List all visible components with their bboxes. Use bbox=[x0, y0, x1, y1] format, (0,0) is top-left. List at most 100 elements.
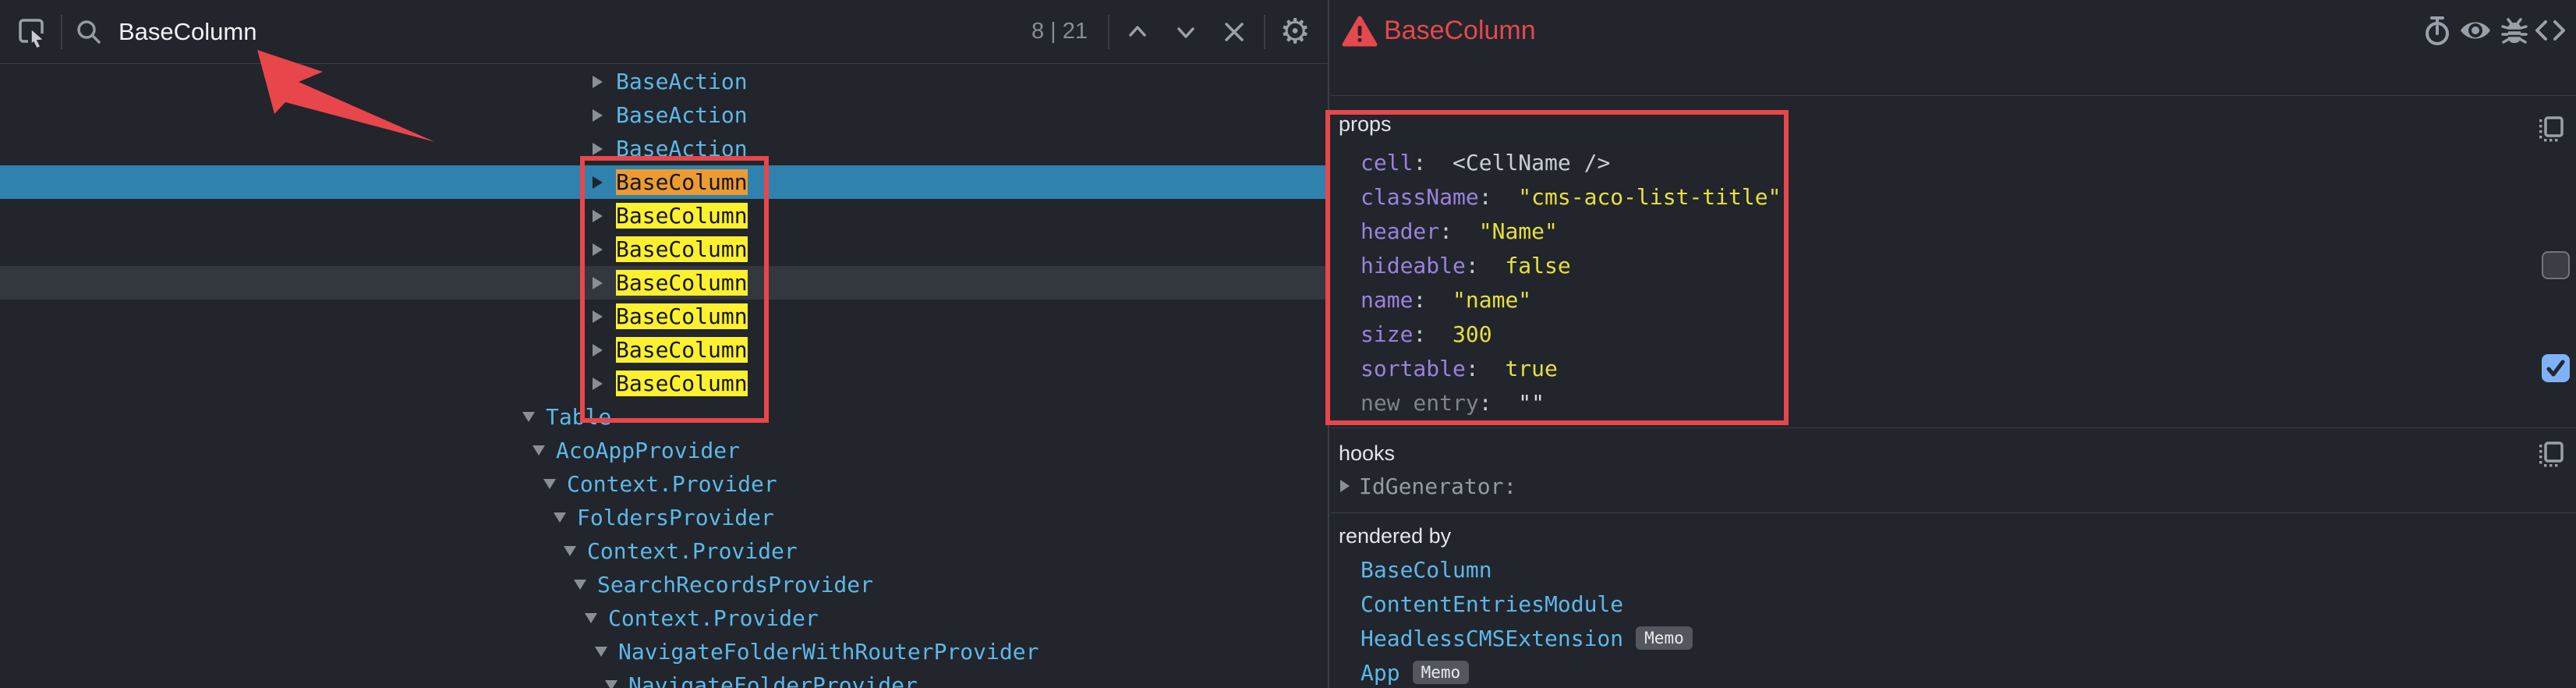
component-name: Context.Provider bbox=[608, 605, 819, 631]
close-icon[interactable] bbox=[1215, 13, 1253, 51]
chevron-down-icon[interactable] bbox=[585, 613, 608, 623]
memo-badge: Memo bbox=[1636, 626, 1693, 650]
tree-row-BaseAction[interactable]: BaseAction bbox=[0, 98, 1328, 132]
prop-row-name: name: "name" bbox=[1361, 282, 1781, 317]
tree-row-AcoAppProvider[interactable]: AcoAppProvider bbox=[0, 434, 1328, 467]
component-link[interactable]: App bbox=[1361, 660, 1400, 686]
toolbar-divider bbox=[1108, 15, 1109, 49]
component-name: AcoAppProvider bbox=[556, 438, 740, 463]
prop-value[interactable]: false bbox=[1505, 253, 1570, 278]
hideable-checkbox[interactable] bbox=[2542, 251, 2570, 279]
component-name: BaseColumn bbox=[616, 303, 748, 329]
hook-row-idgenerator[interactable]: IdGenerator: bbox=[1340, 469, 1516, 503]
eye-icon[interactable] bbox=[2457, 12, 2493, 48]
tree-toolbar: 8 | 21 ⚙ bbox=[0, 0, 1328, 64]
prop-key: sortable bbox=[1361, 356, 1466, 381]
chevron-right-icon[interactable] bbox=[593, 378, 616, 390]
component-link[interactable]: HeadlessCMSExtension bbox=[1361, 626, 1623, 651]
component-name: Table bbox=[546, 404, 611, 430]
tree-row-Context.Provider[interactable]: Context.Provider bbox=[0, 534, 1328, 568]
colon: : bbox=[1413, 321, 1453, 347]
rendered-by-BaseColumn[interactable]: BaseColumn bbox=[1361, 552, 1693, 587]
chevron-right-icon[interactable] bbox=[593, 143, 616, 155]
tree-row-BaseColumn[interactable]: BaseColumn bbox=[0, 199, 1328, 232]
chevron-down-icon[interactable] bbox=[595, 647, 618, 657]
chevron-right-icon[interactable] bbox=[593, 277, 616, 289]
chevron-right-icon[interactable] bbox=[593, 344, 616, 356]
section-divider bbox=[1331, 512, 2576, 513]
prop-value[interactable]: "Name" bbox=[1479, 218, 1558, 244]
chevron-right-icon[interactable] bbox=[593, 310, 616, 323]
sortable-checkbox[interactable] bbox=[2542, 354, 2570, 382]
prop-row-header: header: "Name" bbox=[1361, 214, 1781, 248]
copy-props-icon[interactable] bbox=[2535, 113, 2567, 144]
tree-row-Context.Provider[interactable]: Context.Provider bbox=[0, 467, 1328, 501]
prop-key: className bbox=[1361, 184, 1479, 210]
inspector-panel: BaseColumn bbox=[1331, 0, 2576, 688]
tree-row-BaseColumn[interactable]: BaseColumn bbox=[0, 300, 1328, 333]
component-link[interactable]: ContentEntriesModule bbox=[1361, 591, 1623, 617]
tree-row-NavigateFolderProvider[interactable]: NavigateFolderProvider bbox=[0, 668, 1328, 688]
chevron-down-icon[interactable] bbox=[533, 445, 556, 456]
chevron-down-icon[interactable] bbox=[574, 580, 597, 590]
prop-key: hideable bbox=[1361, 253, 1466, 278]
chevron-down-icon[interactable] bbox=[543, 479, 567, 489]
tree-row-FoldersProvider[interactable]: FoldersProvider bbox=[0, 501, 1328, 534]
component-name: Context.Provider bbox=[587, 538, 798, 564]
stopwatch-icon[interactable] bbox=[2419, 12, 2455, 48]
chevron-right-icon[interactable] bbox=[593, 210, 616, 222]
chevron-right-icon[interactable] bbox=[593, 76, 616, 88]
prop-value[interactable]: "cms-aco-list-title" bbox=[1518, 184, 1781, 210]
tree-row-BaseColumn[interactable]: BaseColumn bbox=[0, 266, 1328, 300]
code-brackets-icon[interactable] bbox=[2532, 12, 2568, 48]
prop-row-size: size: 300 bbox=[1361, 317, 1781, 351]
toolbar-divider bbox=[61, 15, 62, 49]
chevron-down-icon[interactable] bbox=[522, 412, 546, 422]
component-name: BaseAction bbox=[616, 102, 748, 128]
rendered-by-section-label: rendered by bbox=[1339, 524, 1451, 548]
rendered-by-ContentEntriesModule[interactable]: ContentEntriesModule bbox=[1361, 587, 1693, 621]
gear-icon[interactable]: ⚙ bbox=[1276, 13, 1314, 51]
chevron-down-icon[interactable] bbox=[554, 512, 577, 523]
component-name: SearchRecordsProvider bbox=[597, 572, 873, 598]
hook-name: IdGenerator: bbox=[1359, 473, 1516, 499]
search-input[interactable] bbox=[108, 18, 1024, 46]
tree-row-BaseColumn[interactable]: BaseColumn bbox=[0, 232, 1328, 266]
chevron-down-icon[interactable] bbox=[564, 546, 587, 556]
tree-row-Table[interactable]: Table bbox=[0, 400, 1328, 434]
prop-row-cell: cell: <CellName /> bbox=[1361, 145, 1781, 179]
rendered-by-App[interactable]: AppMemo bbox=[1361, 655, 1693, 688]
rendered-by-HeadlessCMSExtension[interactable]: HeadlessCMSExtension Memo bbox=[1361, 621, 1693, 655]
tree-row-NavigateFolderWithRouterProvider[interactable]: NavigateFolderWithRouterProvider bbox=[0, 635, 1328, 668]
prop-value[interactable]: 300 bbox=[1453, 321, 1492, 347]
chevron-right-icon[interactable] bbox=[1340, 480, 1350, 492]
colon: : bbox=[1466, 356, 1506, 381]
component-name: BaseColumn bbox=[616, 236, 748, 262]
tree-row-Context.Provider[interactable]: Context.Provider bbox=[0, 601, 1328, 635]
chevron-up-icon[interactable] bbox=[1119, 13, 1156, 51]
chevron-right-icon[interactable] bbox=[593, 176, 616, 189]
chevron-down-icon[interactable] bbox=[1167, 13, 1205, 51]
tree-row-BaseAction[interactable]: BaseAction bbox=[0, 65, 1328, 98]
chevron-right-icon[interactable] bbox=[593, 109, 616, 122]
prop-value[interactable]: "" bbox=[1518, 390, 1545, 416]
prop-value[interactable]: true bbox=[1505, 356, 1557, 381]
colon: : bbox=[1413, 150, 1453, 176]
component-name: NavigateFolderWithRouterProvider bbox=[618, 639, 1039, 665]
search-icon bbox=[70, 13, 108, 51]
chevron-right-icon[interactable] bbox=[593, 243, 616, 256]
component-tree: BaseActionBaseActionBaseActionBaseColumn… bbox=[0, 65, 1328, 688]
search-result-count: 8 | 21 bbox=[1031, 19, 1088, 44]
copy-hooks-icon[interactable] bbox=[2535, 438, 2567, 470]
tree-row-BaseColumn[interactable]: BaseColumn bbox=[0, 165, 1328, 199]
prop-value[interactable]: "name" bbox=[1453, 287, 1531, 313]
component-link[interactable]: BaseColumn bbox=[1361, 557, 1492, 583]
select-element-inspect-icon[interactable] bbox=[12, 13, 50, 51]
tree-row-BaseColumn[interactable]: BaseColumn bbox=[0, 333, 1328, 367]
prop-value[interactable]: <CellName /> bbox=[1453, 150, 1610, 176]
tree-row-BaseAction[interactable]: BaseAction bbox=[0, 132, 1328, 165]
bug-icon[interactable] bbox=[2496, 12, 2532, 48]
tree-row-SearchRecordsProvider[interactable]: SearchRecordsProvider bbox=[0, 568, 1328, 601]
chevron-down-icon[interactable] bbox=[605, 680, 628, 688]
tree-row-BaseColumn[interactable]: BaseColumn bbox=[0, 367, 1328, 400]
